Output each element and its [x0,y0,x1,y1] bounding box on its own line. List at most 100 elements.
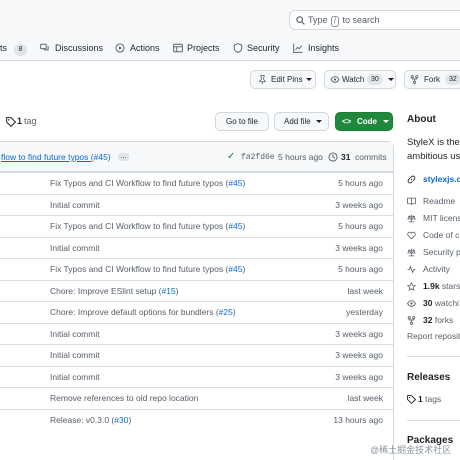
link-icon [407,175,416,184]
table-row[interactable]: Initial commit 3 weeks ago [0,344,393,366]
pr-link[interactable]: #25 [219,307,233,317]
table-row[interactable]: Fix Typos and CI Workflow to find future… [0,258,393,280]
fork-count: 32 [445,74,460,85]
latest-commit-pr: #45 [93,152,108,162]
sidebar-divider [407,420,460,421]
releases-count: 1 [418,394,423,404]
table-row[interactable]: Initial commit 3 weeks ago [0,365,393,388]
commit-date: last week [347,285,383,296]
commit-date: last week [347,393,383,403]
commit-message[interactable]: Initial commit [50,372,100,382]
tab-actions[interactable]: Actions [115,38,165,58]
tab-insights[interactable]: Insights [293,38,348,58]
expand-commit-button[interactable]: … [118,153,129,161]
releases-title[interactable]: Releases [407,372,450,383]
chevron-down-icon [306,78,312,81]
tab-security[interactable]: Security [233,38,288,58]
releases-tags-text: 1 tags [418,392,441,406]
search-input[interactable]: Type / to search [289,10,460,30]
watching-label: watchi [434,298,459,308]
commit-message[interactable]: Initial commit [50,329,100,339]
commit-message[interactable]: Chore: Improve ESlint setup (#15) [50,286,179,296]
code-brackets-icon: <> [342,117,352,126]
chevron-down-icon [383,120,389,123]
commit-message[interactable]: Release: v0.3.0 (#30) [50,415,131,425]
table-row[interactable]: Chore: Improve ESlint setup (#15) last we… [0,279,393,302]
star-icon [407,282,416,291]
latest-commit-bar: flow to find future typos (#45) … ✓ fa2f… [0,142,393,172]
table-row[interactable]: Chore: Improve default options for bundl… [0,301,393,323]
pr-link[interactable]: #30 [114,415,128,425]
search-placeholder-pre: Type [308,15,328,25]
forks-count: 32 [423,315,433,325]
releases-label: tags [425,394,442,404]
tab-discussions[interactable]: Discussions [40,38,110,58]
commit-date: 5 hours ago [338,264,383,274]
table-row[interactable]: Fix Typos and CI Workflow to find future… [0,172,393,194]
discussions-icon [40,43,49,51]
commit-hash[interactable]: fa2fd6e [241,153,275,162]
tag-icon [6,117,16,127]
tab-projects[interactable]: Projects [173,38,228,58]
table-row[interactable]: Release: v0.3.0 (#30) 13 hours ago [0,408,393,431]
stars-text: 1.9k stars [423,279,460,293]
pr-link[interactable]: #45 [228,221,242,231]
commit-message[interactable]: Fix Typos and CI Workflow to find future… [50,221,245,231]
commit-message[interactable]: Remove references to old repo location [50,393,198,403]
commit-date: 5 hours ago [338,221,383,231]
watch-count: 30 [367,74,383,85]
table-row[interactable]: Initial commit 3 weeks ago [0,236,393,259]
edit-pins-label: Edit Pins [271,75,303,84]
latest-commit-message[interactable]: flow to find future typos (#45) [1,152,111,162]
commit-message[interactable]: Initial commit [50,243,100,253]
commit-message-end: ) [242,221,246,231]
pr-link[interactable]: #45 [228,178,242,188]
code-label: Code [357,117,377,126]
add-file-button[interactable]: Add file [274,112,329,131]
commits-label: commits [355,152,387,162]
commit-message-text: Initial commit [50,242,100,253]
heart-icon [407,231,416,240]
commit-message-text: Release: v0.3.0 ( [50,414,115,425]
fork-button[interactable]: Fork 32 [404,70,460,89]
latest-commit-text: flow to find future typos ( [1,152,94,162]
latest-commit-pr-close: ) [107,152,111,162]
tab-insights-label: Insights [308,43,340,53]
code-button[interactable]: <> Code [335,112,393,131]
commit-date: 3 weeks ago [335,199,383,210]
table-row[interactable]: Initial commit 3 weeks ago [0,193,393,216]
readme-label: Readme [423,196,456,206]
tab-issues-label: ts [0,43,8,53]
watch-label: Watch [342,75,365,84]
pulse-icon [407,265,416,274]
table-row[interactable]: Remove references to old repo location la… [0,387,393,409]
chevron-down-icon [388,78,394,81]
watching-count: 30 [423,298,433,308]
tab-actions-label: Actions [130,43,160,53]
commit-date: yesterday [346,307,383,317]
commit-message-text: Chore: Improve ESlint setup ( [50,285,162,296]
fork-icon [410,75,419,84]
tab-issues[interactable]: ts 8 [0,38,28,58]
commit-message[interactable]: Chore: Improve default options for bundl… [50,307,236,317]
commit-message-text: Fix Typos and CI Workflow to find future… [50,264,229,274]
eye-icon [330,76,340,83]
security-policy-label: Security p [423,247,460,257]
table-row[interactable]: Initial commit 3 weeks ago [0,322,393,345]
commit-message[interactable]: Initial commit [50,350,100,360]
pr-link[interactable]: #15 [162,286,176,296]
edit-pins-button[interactable]: Edit Pins [250,70,316,89]
commit-message[interactable]: Fix Typos and CI Workflow to find future… [50,264,245,274]
search-icon [296,16,305,25]
commit-message[interactable]: Fix Typos and CI Workflow to find future… [50,178,245,188]
watch-button[interactable]: Watch 30 [324,70,396,89]
table-row[interactable]: Fix Typos and CI Workflow to find future… [0,215,393,237]
pr-link[interactable]: #45 [228,264,242,274]
go-to-file-button[interactable]: Go to file [215,112,269,131]
commit-date: 13 hours ago [333,414,383,425]
commit-message-end: ) [128,414,132,425]
commit-date: 3 weeks ago [335,328,383,339]
commit-message-text: Initial commit [50,328,100,339]
commit-message-text: Initial commit [50,350,100,360]
commit-message[interactable]: Initial commit [50,200,100,210]
